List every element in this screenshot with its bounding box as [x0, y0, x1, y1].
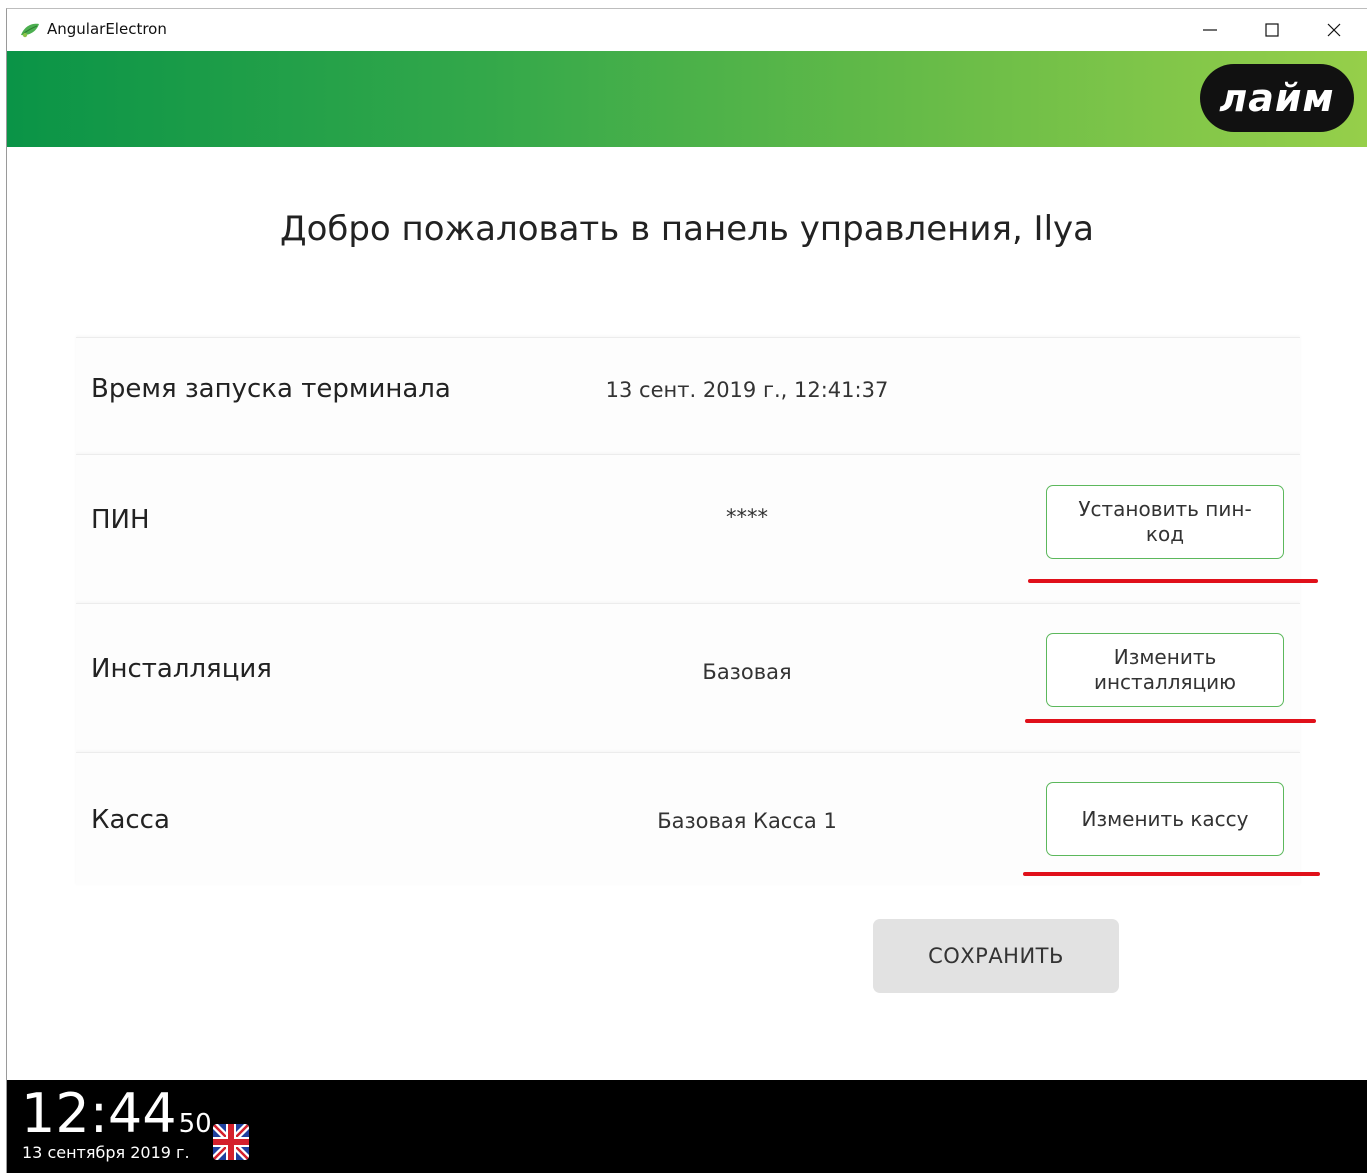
annotation-underline	[1025, 719, 1316, 723]
set-pin-button[interactable]: Установить пин-код	[1046, 485, 1284, 559]
brand-logo: лайм	[1200, 64, 1354, 132]
row-label: ПИН	[91, 505, 150, 535]
row-value: 13 сент. 2019 г., 12:41:37	[605, 378, 889, 402]
brand-header: лайм	[7, 51, 1367, 147]
close-icon	[1327, 23, 1341, 37]
clock-seconds: 50	[178, 1109, 212, 1139]
annotation-underline	[1028, 579, 1318, 583]
save-button[interactable]: СОХРАНИТЬ	[873, 919, 1119, 993]
clock-date: 13 сентября 2019 г.	[22, 1143, 190, 1162]
button-label: Изменить инсталляцию	[1093, 645, 1237, 694]
settings-row-installation: Инсталляция Базовая Изменить инсталляцию	[76, 603, 1300, 752]
app-window: AngularElectron лайм Добро пожаловать в …	[6, 8, 1367, 1173]
button-label: Установить пин-код	[1078, 497, 1252, 546]
change-cashbox-button[interactable]: Изменить кассу	[1046, 782, 1284, 856]
page-title: Добро пожаловать в панель управления, Il…	[280, 209, 1094, 249]
status-footer: 12:4450 13 сентября 2019 г.	[7, 1080, 1367, 1173]
row-label: Касса	[91, 805, 170, 835]
button-label: Изменить кассу	[1081, 806, 1249, 831]
logo-text: лайм	[1219, 76, 1335, 120]
settings-panel: Время запуска терминала 13 сент. 2019 г.…	[76, 337, 1300, 885]
clock: 12:4450	[21, 1082, 212, 1145]
save-label: СОХРАНИТЬ	[928, 944, 1064, 968]
settings-row-start-time: Время запуска терминала 13 сент. 2019 г.…	[76, 337, 1300, 454]
maximize-button[interactable]	[1241, 9, 1303, 51]
row-value: Базовая	[702, 660, 792, 684]
clock-time: 12:44	[21, 1082, 177, 1145]
app-leaf-icon	[19, 21, 41, 39]
annotation-underline	[1023, 872, 1320, 876]
window-title: AngularElectron	[47, 20, 167, 38]
row-label: Время запуска терминала	[91, 374, 451, 404]
maximize-icon	[1265, 23, 1279, 37]
uk-flag-icon[interactable]	[213, 1124, 249, 1160]
change-installation-button[interactable]: Изменить инсталляцию	[1046, 633, 1284, 707]
title-bar: AngularElectron	[7, 9, 1367, 51]
row-value: Базовая Касса 1	[657, 809, 837, 833]
close-button[interactable]	[1303, 9, 1365, 51]
row-label: Инсталляция	[91, 654, 272, 684]
minimize-button[interactable]	[1179, 9, 1241, 51]
minimize-icon	[1203, 29, 1217, 31]
row-value: ****	[726, 505, 768, 529]
settings-row-cashbox: Касса Базовая Касса 1 Изменить кассу	[76, 752, 1300, 885]
